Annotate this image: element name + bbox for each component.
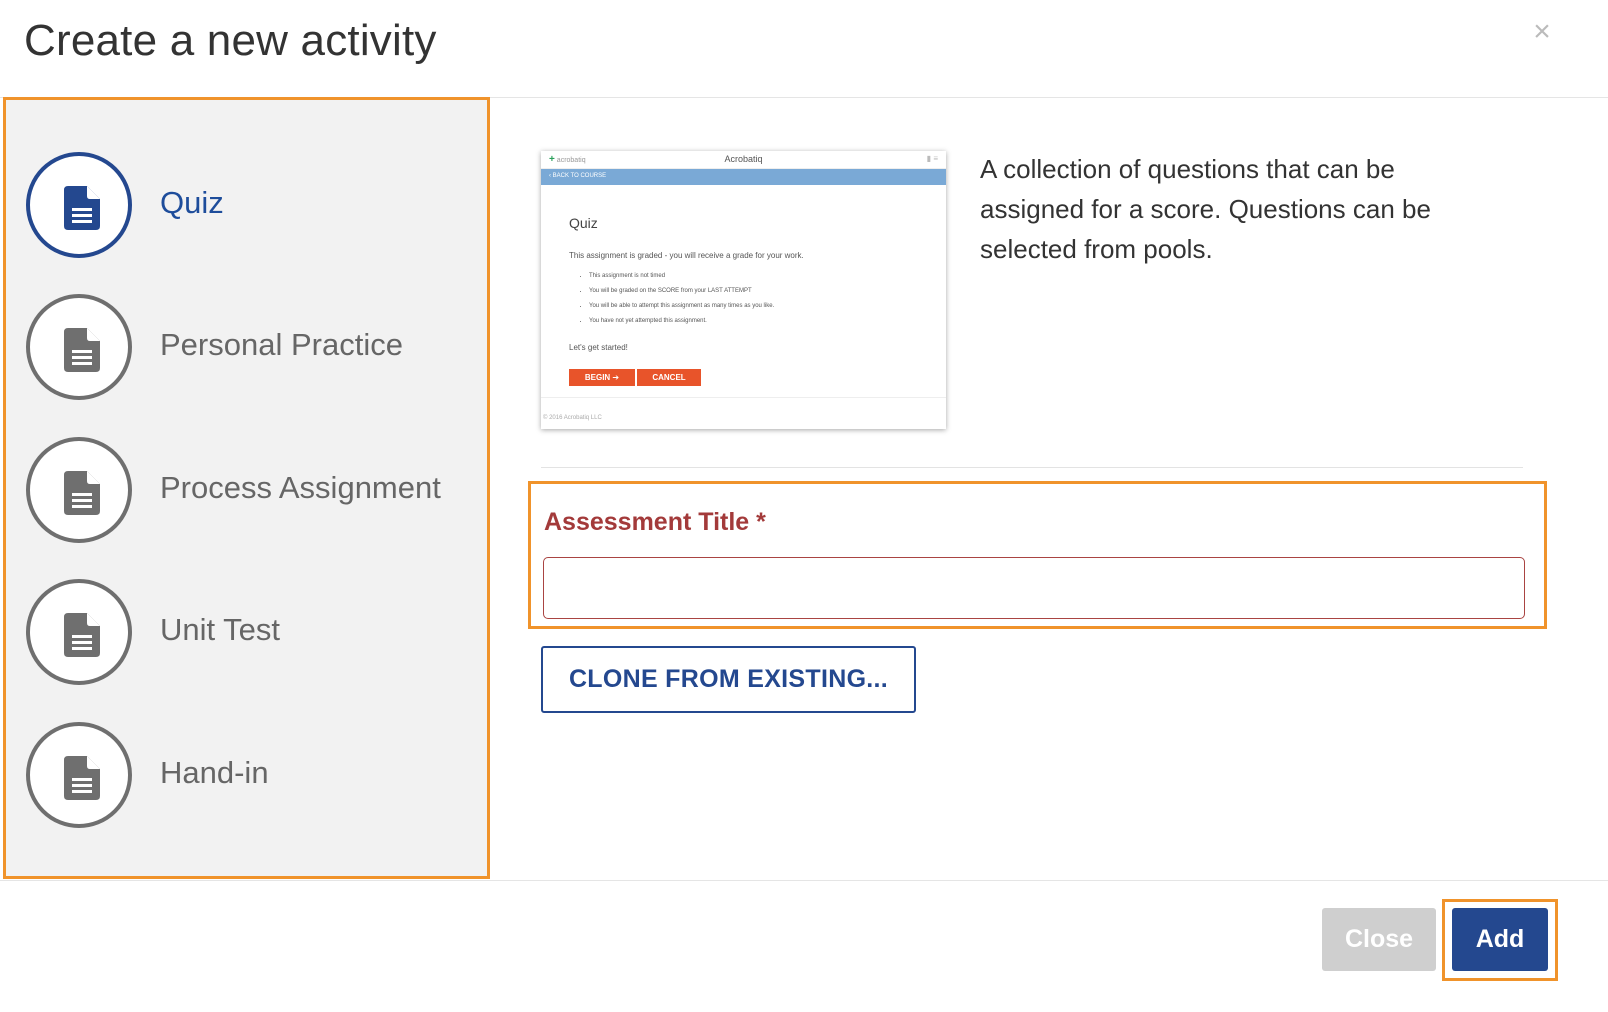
preview-app-name: Acrobatiq [724,154,763,164]
preview-bullet: You will be graded on the SCORE from you… [589,288,774,294]
create-activity-dialog: Create a new activity × Quiz Personal Pr… [0,0,1608,1012]
preview-footer: © 2016 Acrobatiq LLC [543,415,602,421]
document-icon [64,471,100,515]
activity-description: A collection of questions that can be as… [980,154,1431,264]
preview-heading: Quiz [569,215,598,231]
document-icon [64,328,100,372]
dialog-footer: Close Add [0,880,1608,1012]
activity-type-quiz[interactable]: Quiz [26,152,486,258]
close-button[interactable]: Close [1322,908,1436,971]
activity-type-circle [26,722,132,828]
document-icon [64,186,100,230]
activity-type-personal-practice[interactable]: Personal Practice [26,294,486,400]
assessment-title-field: Assessment Title * [528,481,1547,629]
activity-type-label: Personal Practice [160,327,403,362]
preview-bullet-list: This assignment is not timed You will be… [589,273,774,333]
document-icon [64,756,100,800]
preview-bullet: This assignment is not timed [589,273,774,279]
activity-type-list: Quiz Personal Practice Process Assignmen… [3,97,490,879]
add-button[interactable]: Add [1452,908,1548,971]
clone-from-existing-button[interactable]: CLONE FROM EXISTING... [541,646,916,713]
dialog-header: Create a new activity × [0,0,1608,98]
preview-navbar: ‹ BACK TO COURSE [541,169,946,185]
preview-menu-icon: ▮ ≡ [926,154,938,163]
preview-cancel-button: CANCEL [637,369,701,386]
document-icon [64,613,100,657]
preview-back-link: ‹ BACK TO COURSE [549,173,607,179]
activity-type-label: Unit Test [160,612,281,647]
activity-type-circle [26,579,132,685]
section-divider [541,467,1523,468]
preview-divider [541,397,946,398]
activity-details-panel: + acrobatiq Acrobatiq ▮ ≡ ‹ BACK TO COUR… [491,97,1608,880]
preview-topbar: + acrobatiq Acrobatiq ▮ ≡ [541,151,946,169]
preview-start-text: Let's get started! [569,343,628,352]
activity-type-process-assignment[interactable]: Process Assignment [26,437,486,543]
activity-type-label: Hand-in [160,755,269,790]
activity-type-label: Process Assignment [160,470,441,505]
activity-preview-thumbnail: + acrobatiq Acrobatiq ▮ ≡ ‹ BACK TO COUR… [541,151,946,429]
activity-type-circle [26,437,132,543]
preview-begin-button: BEGIN ➔ [569,369,635,386]
activity-type-label: Quiz [160,185,224,220]
assessment-title-label: Assessment Title * [544,508,766,536]
activity-type-circle [26,294,132,400]
close-icon[interactable]: × [1524,14,1560,50]
preview-bullet: You will be able to attempt this assignm… [589,303,774,309]
activity-type-hand-in[interactable]: Hand-in [26,722,486,828]
preview-description: This assignment is graded - you will rec… [569,251,804,260]
dialog-title: Create a new activity [24,16,437,65]
activity-type-circle [26,152,132,258]
preview-bullet: You have not yet attempted this assignme… [589,318,774,324]
assessment-title-input[interactable] [543,557,1525,619]
activity-type-unit-test[interactable]: Unit Test [26,579,486,685]
